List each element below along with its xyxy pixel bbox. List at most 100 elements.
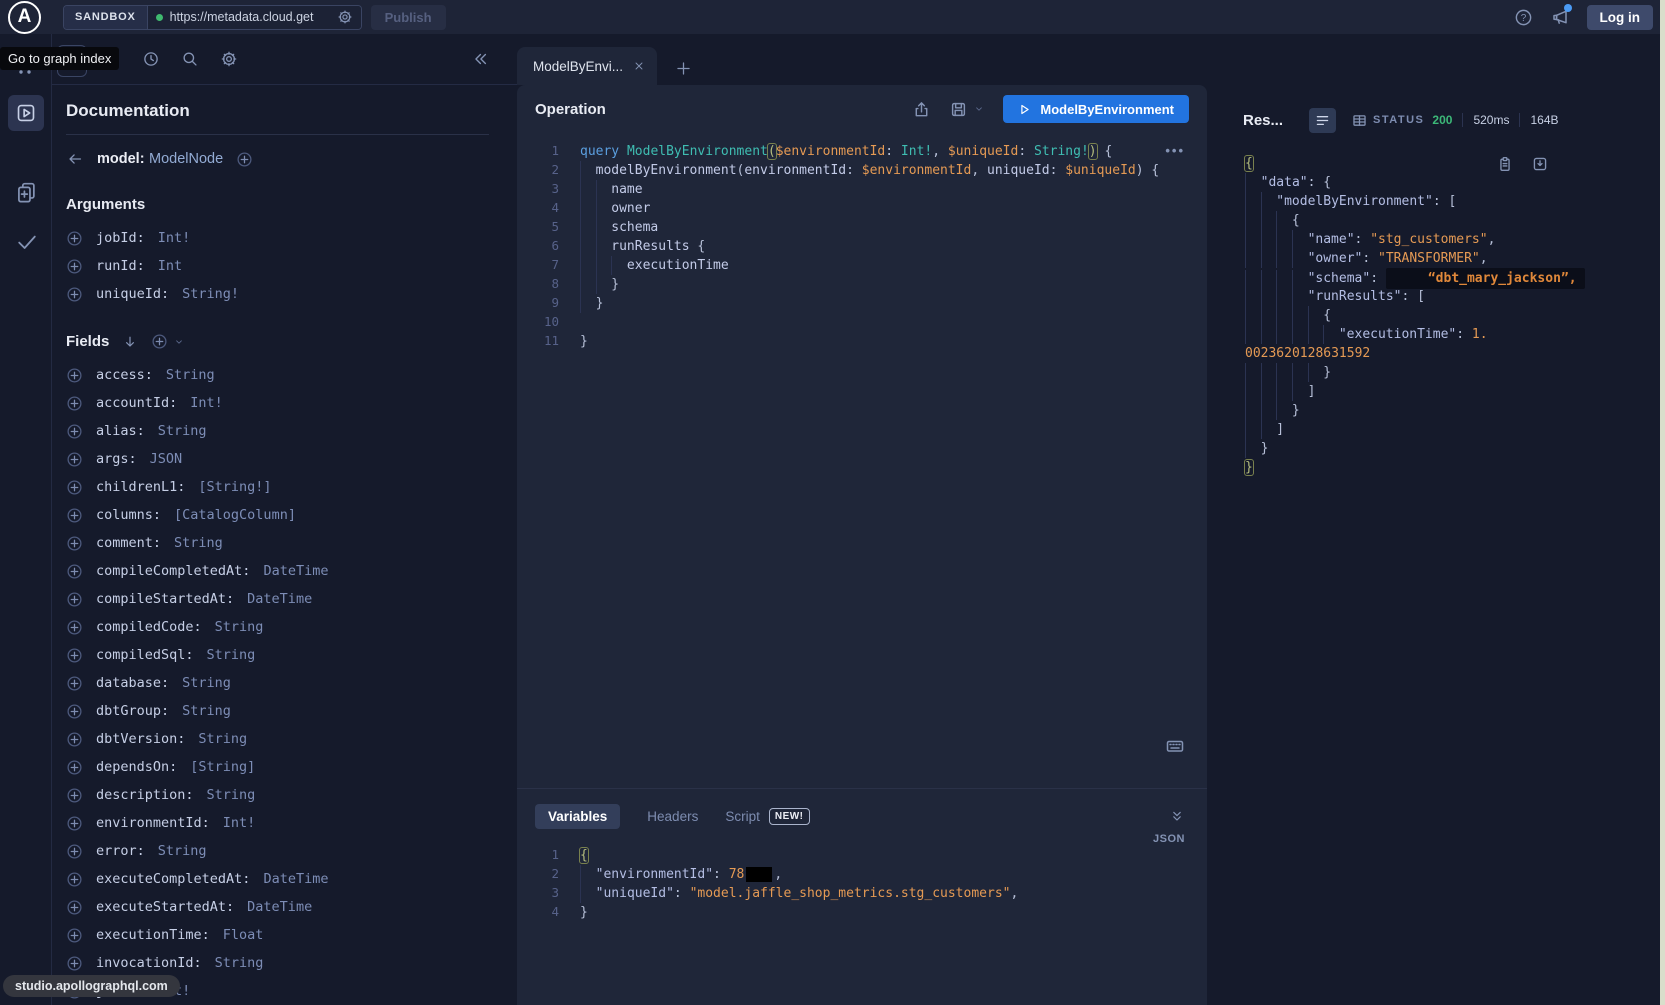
checks-icon[interactable] — [15, 230, 39, 254]
search-icon[interactable] — [181, 50, 199, 68]
field-type[interactable]: String — [215, 955, 264, 971]
tab-variables[interactable]: Variables — [535, 804, 620, 829]
field-row[interactable]: dependsOn:[String] — [66, 753, 489, 781]
add-field-icon[interactable] — [66, 591, 83, 608]
field-type[interactable]: String — [158, 843, 207, 859]
add-field-icon[interactable] — [66, 479, 83, 496]
field-type[interactable]: String — [182, 675, 231, 691]
field-type[interactable]: String — [207, 647, 256, 663]
collapse-variables-icon[interactable] — [1169, 808, 1185, 824]
field-type[interactable]: [String!] — [198, 479, 271, 495]
breadcrumb-type-name[interactable]: ModelNode — [149, 151, 223, 167]
collapse-panel-icon[interactable] — [471, 50, 489, 68]
add-field-icon[interactable] — [66, 927, 83, 944]
argument-type[interactable]: Int — [158, 258, 182, 274]
add-field-icon[interactable] — [66, 815, 83, 832]
field-type[interactable]: DateTime — [247, 591, 312, 607]
field-type[interactable]: String — [158, 423, 207, 439]
variables-editor[interactable]: JSON 1{2"environmentId": 78,3"uniqueId":… — [517, 831, 1207, 1005]
argument-row[interactable]: jobId:Int! — [66, 224, 489, 252]
field-row[interactable]: comment:String — [66, 529, 489, 557]
new-tab-icon[interactable] — [675, 60, 692, 77]
add-field-icon[interactable] — [66, 507, 83, 524]
field-row[interactable]: error:String — [66, 837, 489, 865]
response-title[interactable]: Res... — [1243, 112, 1283, 129]
copy-response-icon[interactable] — [1496, 155, 1514, 173]
argument-row[interactable]: runId:Int — [66, 252, 489, 280]
field-type[interactable]: [CatalogColumn] — [174, 507, 296, 523]
endpoint-settings-gear-icon[interactable] — [337, 9, 353, 25]
add-field-icon[interactable] — [66, 787, 83, 804]
add-all-fields-icon[interactable] — [151, 333, 168, 350]
field-row[interactable]: childrenL1:[String!] — [66, 473, 489, 501]
add-field-icon[interactable] — [66, 759, 83, 776]
add-field-icon[interactable] — [66, 955, 83, 972]
field-type[interactable]: [String] — [190, 759, 255, 775]
editor-overflow-menu-icon[interactable]: ••• — [1165, 143, 1185, 158]
rail-item-explorer[interactable] — [8, 95, 44, 131]
apollo-logo[interactable]: A — [8, 1, 41, 34]
argument-row[interactable]: uniqueId:String! — [66, 280, 489, 308]
field-row[interactable]: access:String — [66, 361, 489, 389]
field-type[interactable]: String — [166, 367, 215, 383]
tab-headers[interactable]: Headers — [647, 809, 698, 824]
field-row[interactable]: accountId:Int! — [66, 389, 489, 417]
add-field-icon[interactable] — [66, 731, 83, 748]
back-arrow-icon[interactable] — [66, 150, 84, 168]
add-argument-icon[interactable] — [66, 230, 83, 247]
operation-editor[interactable]: 1query ModelByEnvironment($environmentId… — [517, 133, 1207, 788]
endpoint-url-input[interactable]: https://metadata.cloud.get — [148, 6, 361, 29]
publish-button[interactable]: Publish — [371, 5, 446, 30]
download-response-icon[interactable] — [1531, 155, 1549, 173]
field-type[interactable]: DateTime — [263, 871, 328, 887]
field-row[interactable]: compiledCode:String — [66, 613, 489, 641]
field-row[interactable]: database:String — [66, 669, 489, 697]
add-field-icon[interactable] — [66, 423, 83, 440]
tab-script[interactable]: Script — [725, 809, 760, 824]
response-raw-view-button[interactable] — [1309, 108, 1336, 133]
operation-collections-icon[interactable] — [15, 180, 38, 203]
field-row[interactable]: compiledSql:String — [66, 641, 489, 669]
save-icon[interactable] — [949, 100, 968, 119]
field-type[interactable]: DateTime — [247, 899, 312, 915]
response-table-view-button[interactable] — [1346, 108, 1373, 133]
field-type[interactable]: Float — [223, 927, 264, 943]
add-field-icon[interactable] — [66, 563, 83, 580]
field-row[interactable]: columns:[CatalogColumn] — [66, 501, 489, 529]
add-argument-icon[interactable] — [66, 286, 83, 303]
history-icon[interactable] — [142, 50, 160, 68]
save-chevron-icon[interactable] — [973, 103, 985, 115]
field-type[interactable]: String — [207, 787, 256, 803]
settings-gear-icon[interactable] — [220, 50, 238, 68]
field-row[interactable]: invocationId:String — [66, 949, 489, 977]
field-row[interactable]: alias:String — [66, 417, 489, 445]
field-row[interactable]: dbtGroup:String — [66, 697, 489, 725]
add-field-icon[interactable] — [66, 451, 83, 468]
add-fields-chevron-icon[interactable] — [173, 336, 185, 348]
field-type[interactable]: Int! — [190, 395, 223, 411]
field-type[interactable]: String — [182, 703, 231, 719]
argument-type[interactable]: Int! — [158, 230, 191, 246]
add-field-icon[interactable] — [66, 675, 83, 692]
login-button[interactable]: Log in — [1587, 5, 1654, 30]
add-field-icon[interactable] — [66, 535, 83, 552]
field-type[interactable]: DateTime — [263, 563, 328, 579]
field-row[interactable]: compileCompletedAt:DateTime — [66, 557, 489, 585]
add-field-icon[interactable] — [66, 619, 83, 636]
add-field-icon[interactable] — [66, 843, 83, 860]
window-scrollbar-strip[interactable] — [1660, 0, 1665, 1005]
field-row[interactable]: executeCompletedAt:DateTime — [66, 865, 489, 893]
operation-tab[interactable]: ModelByEnvi... — [517, 47, 657, 85]
close-tab-icon[interactable] — [633, 60, 645, 72]
add-field-icon[interactable] — [66, 899, 83, 916]
field-type[interactable]: Int! — [223, 815, 256, 831]
add-field-icon[interactable] — [66, 395, 83, 412]
run-operation-button[interactable]: ModelByEnvironment — [1003, 95, 1189, 123]
field-row[interactable]: compileStartedAt:DateTime — [66, 585, 489, 613]
add-field-icon[interactable] — [66, 647, 83, 664]
help-icon[interactable]: ? — [1514, 8, 1533, 27]
announcements-megaphone-icon[interactable] — [1550, 7, 1570, 27]
field-row[interactable]: description:String — [66, 781, 489, 809]
keyboard-shortcuts-icon[interactable] — [1165, 736, 1185, 756]
share-icon[interactable] — [912, 100, 931, 119]
